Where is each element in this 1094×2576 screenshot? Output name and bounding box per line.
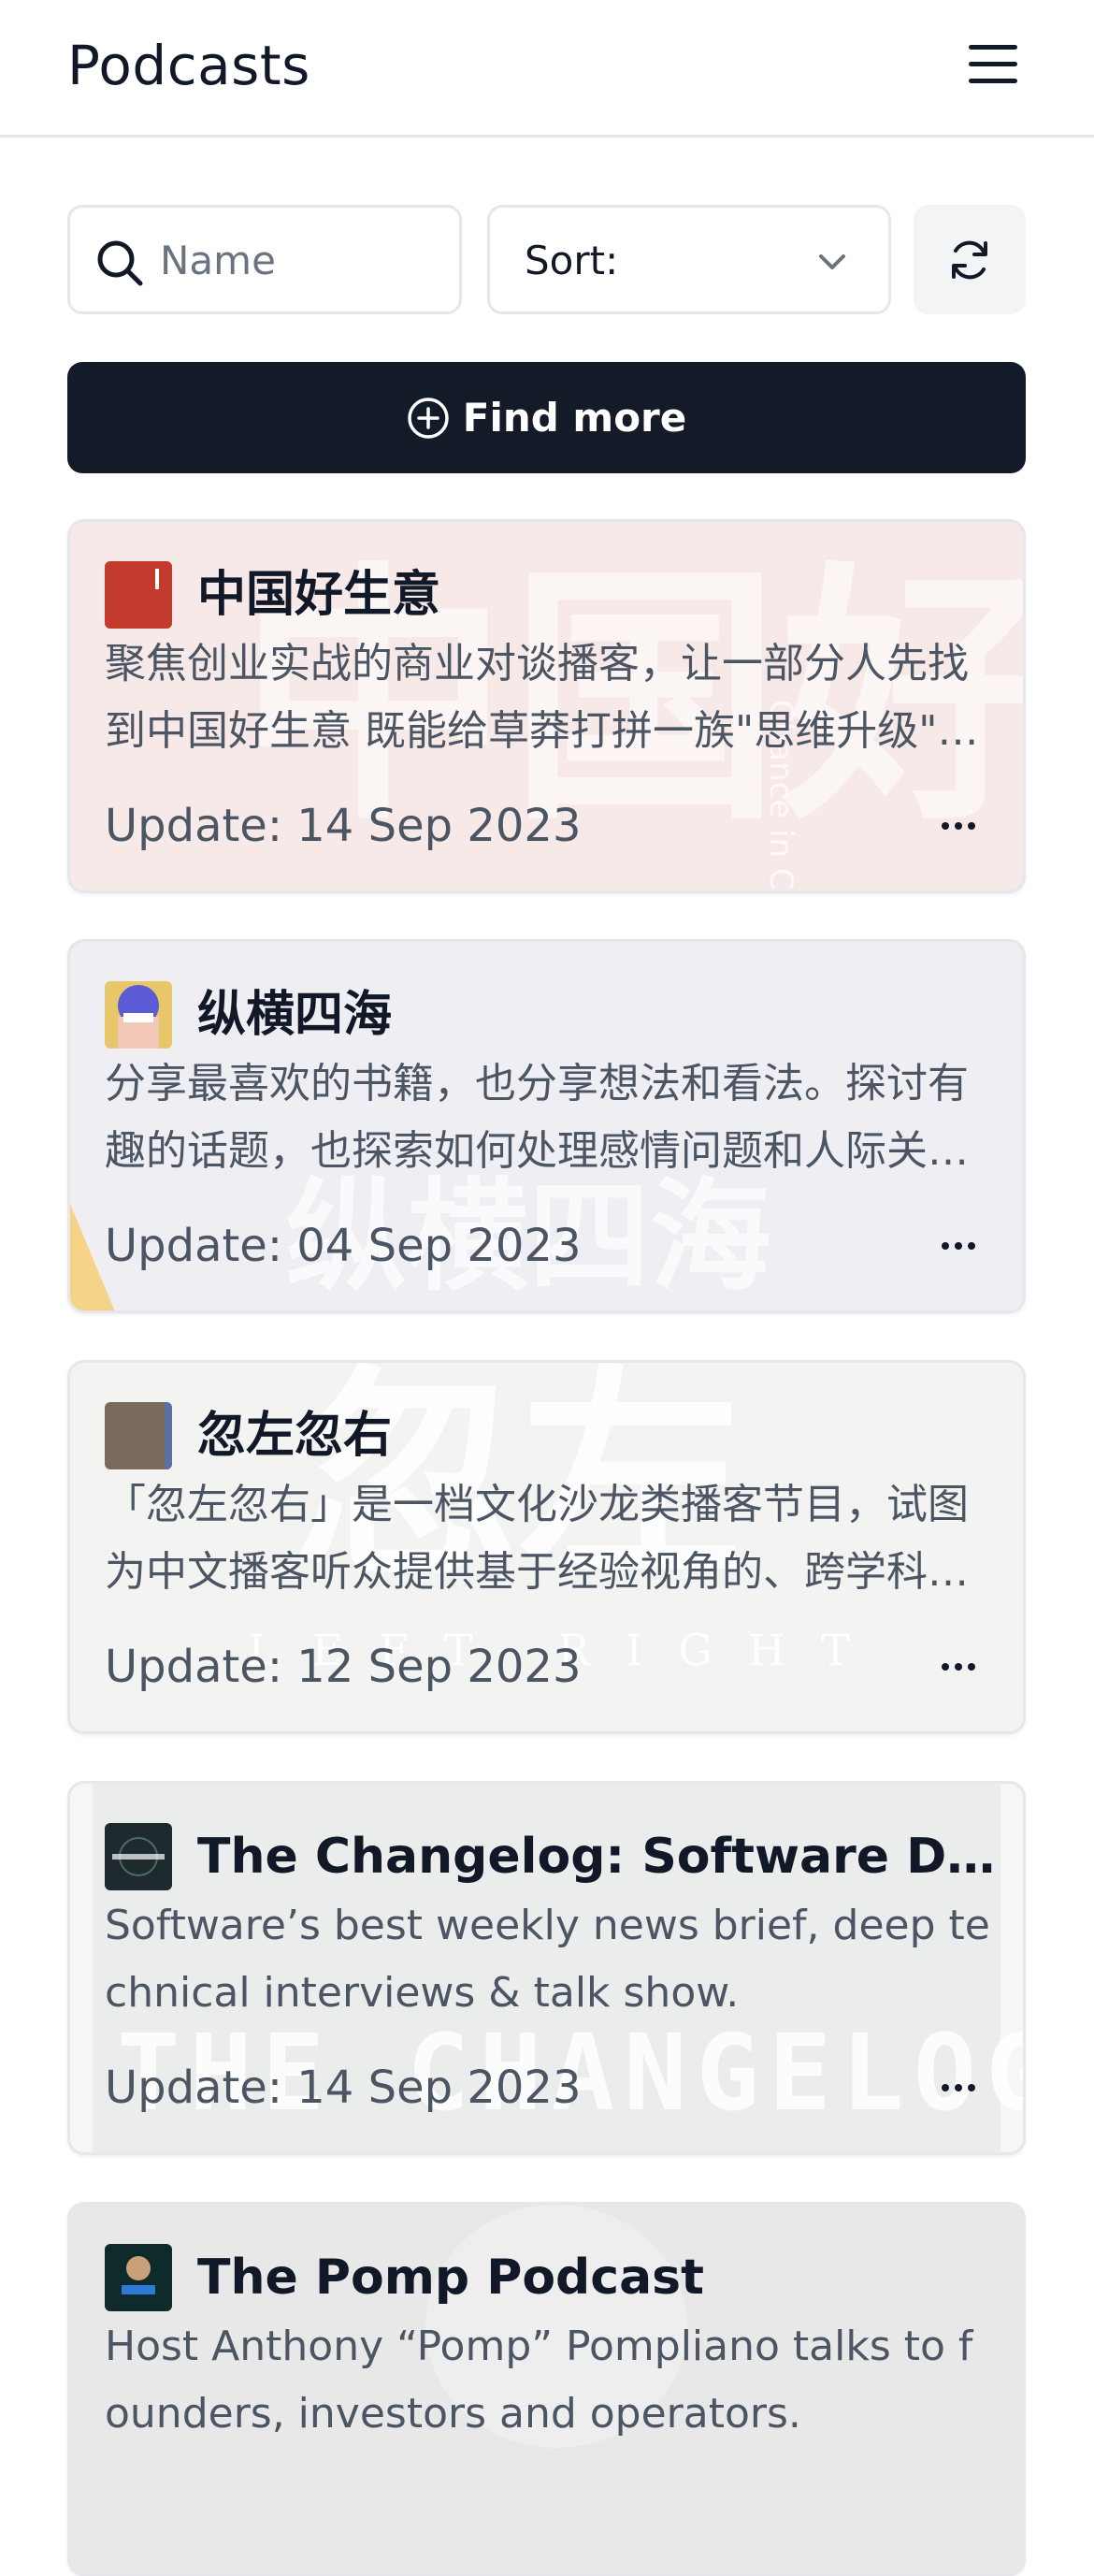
podcast-title: The Changelog: Software Development, Ope…: [197, 1829, 1001, 1885]
podcast-card[interactable]: 忽左 LEFT RIGHT 忽左忽右 「忽左忽右」是一档文化沙龙类播客节目，试图…: [67, 1360, 1026, 1734]
podcast-card[interactable]: The Pomp Podcast Host Anthony “Pomp” Pom…: [67, 2202, 1026, 2576]
more-options-button[interactable]: [921, 803, 996, 849]
podcast-card[interactable]: THE CHANGELOG The Changelog: Software De…: [67, 1781, 1026, 2155]
podcast-title: 中国好生意: [197, 567, 441, 623]
podcast-card[interactable]: 纵横四海 纵横四海 分享最喜欢的书籍，也分享想法和看法。探讨有趣的话题，也探索如…: [67, 939, 1026, 1313]
podcast-title: 忽左忽右: [197, 1408, 393, 1464]
podcast-cover-icon: [105, 1402, 172, 1469]
page-title: Podcasts: [67, 34, 310, 97]
more-options-button[interactable]: [921, 2064, 996, 2111]
podcast-cover-icon: [105, 2244, 172, 2311]
refresh-icon: [952, 240, 987, 280]
chevron-down-icon: [819, 254, 845, 269]
podcast-update-date: Update: 14 Sep 2023: [105, 800, 582, 852]
podcast-description: 「忽左忽右」是一档文化沙龙类播客节目，试图为中文播客听众提供基于经验视角的、跨学…: [105, 1481, 969, 1596]
search-input[interactable]: [160, 230, 440, 290]
podcast-update-date: Update: 14 Sep 2023: [105, 2062, 582, 2114]
podcast-title: 纵横四海: [197, 987, 393, 1043]
more-options-button[interactable]: [921, 1223, 996, 1269]
podcast-description: Host Anthony “Pomp” Pompliano talks to f…: [105, 2323, 973, 2438]
app-header: Podcasts: [0, 0, 1094, 137]
podcast-title: The Pomp Podcast: [197, 2250, 704, 2306]
podcast-cover-icon: [105, 561, 172, 629]
podcast-card[interactable]: 中国好生意 Chance in China 中国好生意 聚焦创业实战的商业对谈播…: [67, 519, 1026, 893]
more-horizontal-icon: [942, 1663, 949, 1671]
podcast-description: 分享最喜欢的书籍，也分享想法和看法。探讨有趣的话题，也探索如何处理感情问题和人际…: [105, 1060, 969, 1175]
podcast-update-date: Update: 04 Sep 2023: [105, 1220, 582, 1272]
plus-circle-icon: [408, 398, 449, 439]
podcast-description: 聚焦创业实战的商业对谈播客，让一部分人先找到中国好生意 既能给草莽打拼一族"思维…: [105, 640, 979, 755]
sort-select[interactable]: Sort:: [487, 205, 891, 314]
more-horizontal-icon: [942, 822, 949, 830]
menu-button[interactable]: [963, 39, 1021, 92]
podcast-description: Software’s best weekly news brief, deep …: [105, 1902, 990, 2017]
sort-label: Sort:: [525, 238, 619, 283]
podcast-update-date: Update: 12 Sep 2023: [105, 1641, 582, 1693]
more-horizontal-icon: [942, 2084, 949, 2091]
podcast-cover-icon: [105, 1823, 172, 1890]
find-more-button[interactable]: Find more: [67, 362, 1026, 473]
hamburger-menu-icon: [969, 45, 1017, 50]
more-options-button[interactable]: [921, 1643, 996, 1690]
find-more-label: Find more: [462, 395, 687, 441]
refresh-button[interactable]: [914, 205, 1026, 314]
more-horizontal-icon: [942, 1242, 949, 1250]
search-field[interactable]: [67, 205, 462, 314]
search-icon: [97, 240, 143, 286]
podcast-cover-icon: [105, 981, 172, 1049]
